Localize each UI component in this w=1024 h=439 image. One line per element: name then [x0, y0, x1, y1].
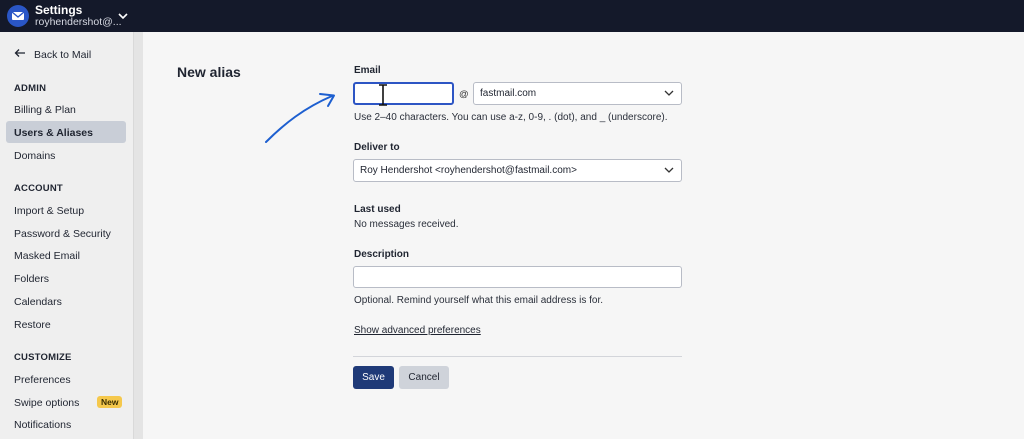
settings-title: Settings	[35, 3, 83, 17]
show-advanced-preferences-link[interactable]: Show advanced preferences	[354, 325, 481, 336]
cancel-button[interactable]: Cancel	[399, 366, 449, 389]
back-to-mail-label: Back to Mail	[34, 48, 92, 61]
form-divider	[353, 356, 682, 357]
sidebar-item-restore[interactable]: Restore	[14, 319, 51, 331]
domain-value: fastmail.com	[480, 88, 537, 99]
sidebar-item-preferences[interactable]: Preferences	[14, 374, 71, 386]
email-input[interactable]	[353, 82, 454, 105]
section-account: ACCOUNT	[14, 183, 63, 194]
email-hint: Use 2–40 characters. You can use a-z, 0-…	[354, 112, 668, 123]
last-used-value: No messages received.	[354, 219, 459, 230]
sidebar-item-billing[interactable]: Billing & Plan	[14, 104, 76, 116]
fastmail-logo-icon	[7, 5, 29, 27]
sidebar-item-folders[interactable]: Folders	[14, 273, 49, 285]
new-badge: New	[97, 396, 123, 408]
deliver-to-label: Deliver to	[354, 142, 400, 153]
account-username: royhendershot@...	[35, 16, 122, 28]
sidebar-item-users-aliases[interactable]: Users & Aliases	[14, 127, 93, 139]
save-button[interactable]: Save	[353, 366, 394, 389]
section-admin: ADMIN	[14, 83, 47, 94]
deliver-to-select[interactable]: Roy Hendershot <royhendershot@fastmail.c…	[353, 159, 682, 182]
sidebar-item-calendars[interactable]: Calendars	[14, 296, 62, 308]
account-menu-chevron-icon[interactable]	[117, 8, 129, 26]
app-header: Settings royhendershot@...	[0, 0, 1024, 32]
deliver-to-value: Roy Hendershot <royhendershot@fastmail.c…	[360, 165, 577, 176]
sidebar-item-masked-email[interactable]: Masked Email	[14, 250, 80, 262]
chevron-down-icon	[664, 88, 674, 99]
annotation-arrow-icon	[265, 93, 335, 143]
domain-select[interactable]: fastmail.com	[473, 82, 682, 105]
page-title: New alias	[177, 64, 241, 80]
sidebar-item-swipe-options[interactable]: Swipe options	[14, 397, 79, 409]
description-input[interactable]	[353, 266, 682, 288]
text-cursor-icon	[379, 84, 387, 106]
chevron-down-icon	[664, 165, 674, 176]
back-to-mail-link[interactable]: Back to Mail	[14, 48, 91, 61]
sidebar-item-notifications[interactable]: Notifications	[14, 419, 71, 431]
sidebar-item-password-security[interactable]: Password & Security	[14, 228, 111, 240]
last-used-label: Last used	[354, 204, 401, 215]
sidebar-scrollbar[interactable]	[133, 32, 143, 439]
section-customize: CUSTOMIZE	[14, 352, 72, 363]
at-sign: @	[459, 89, 469, 100]
description-hint: Optional. Remind yourself what this emai…	[354, 295, 603, 306]
email-label: Email	[354, 65, 381, 76]
sidebar-item-domains[interactable]: Domains	[14, 150, 55, 162]
arrow-left-icon	[14, 48, 26, 61]
description-label: Description	[354, 249, 410, 260]
sidebar-item-import-setup[interactable]: Import & Setup	[14, 205, 84, 217]
